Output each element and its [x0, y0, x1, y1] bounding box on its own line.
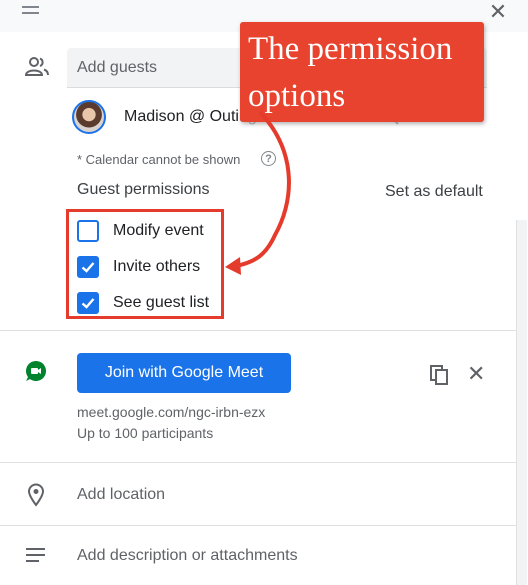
- divider: [0, 330, 516, 331]
- permissions-highlight-box: [66, 209, 224, 319]
- divider: [0, 525, 516, 526]
- guest-permissions-heading: Guest permissions: [77, 181, 210, 198]
- meet-participants-limit: Up to 100 participants: [77, 425, 214, 441]
- divider: [0, 462, 516, 463]
- guest-avatar: [72, 100, 106, 134]
- close-dialog-button[interactable]: ✕: [488, 1, 508, 23]
- remove-meet-button[interactable]: ✕: [467, 363, 485, 385]
- location-pin-icon: [27, 483, 45, 507]
- meet-link[interactable]: meet.google.com/ngc-irbn-ezx: [77, 404, 265, 420]
- add-description-field[interactable]: Add description or attachments: [77, 547, 298, 565]
- people-icon: [24, 57, 49, 76]
- drag-handle-icon[interactable]: [22, 6, 39, 16]
- calendar-note: * Calendar cannot be shown: [77, 152, 241, 167]
- description-lines-icon: [26, 548, 45, 562]
- join-meet-button[interactable]: Join with Google Meet: [77, 353, 291, 393]
- scrollbar[interactable]: [516, 220, 527, 585]
- set-as-default-button[interactable]: Set as default: [385, 183, 483, 201]
- annotation-callout-text: The permission options: [248, 31, 453, 114]
- google-meet-icon: [26, 361, 46, 381]
- copy-icon[interactable]: [428, 364, 450, 386]
- add-location-field[interactable]: Add location: [77, 486, 165, 504]
- annotation-arrow: [225, 110, 291, 275]
- annotation-callout: The permission options: [240, 22, 484, 122]
